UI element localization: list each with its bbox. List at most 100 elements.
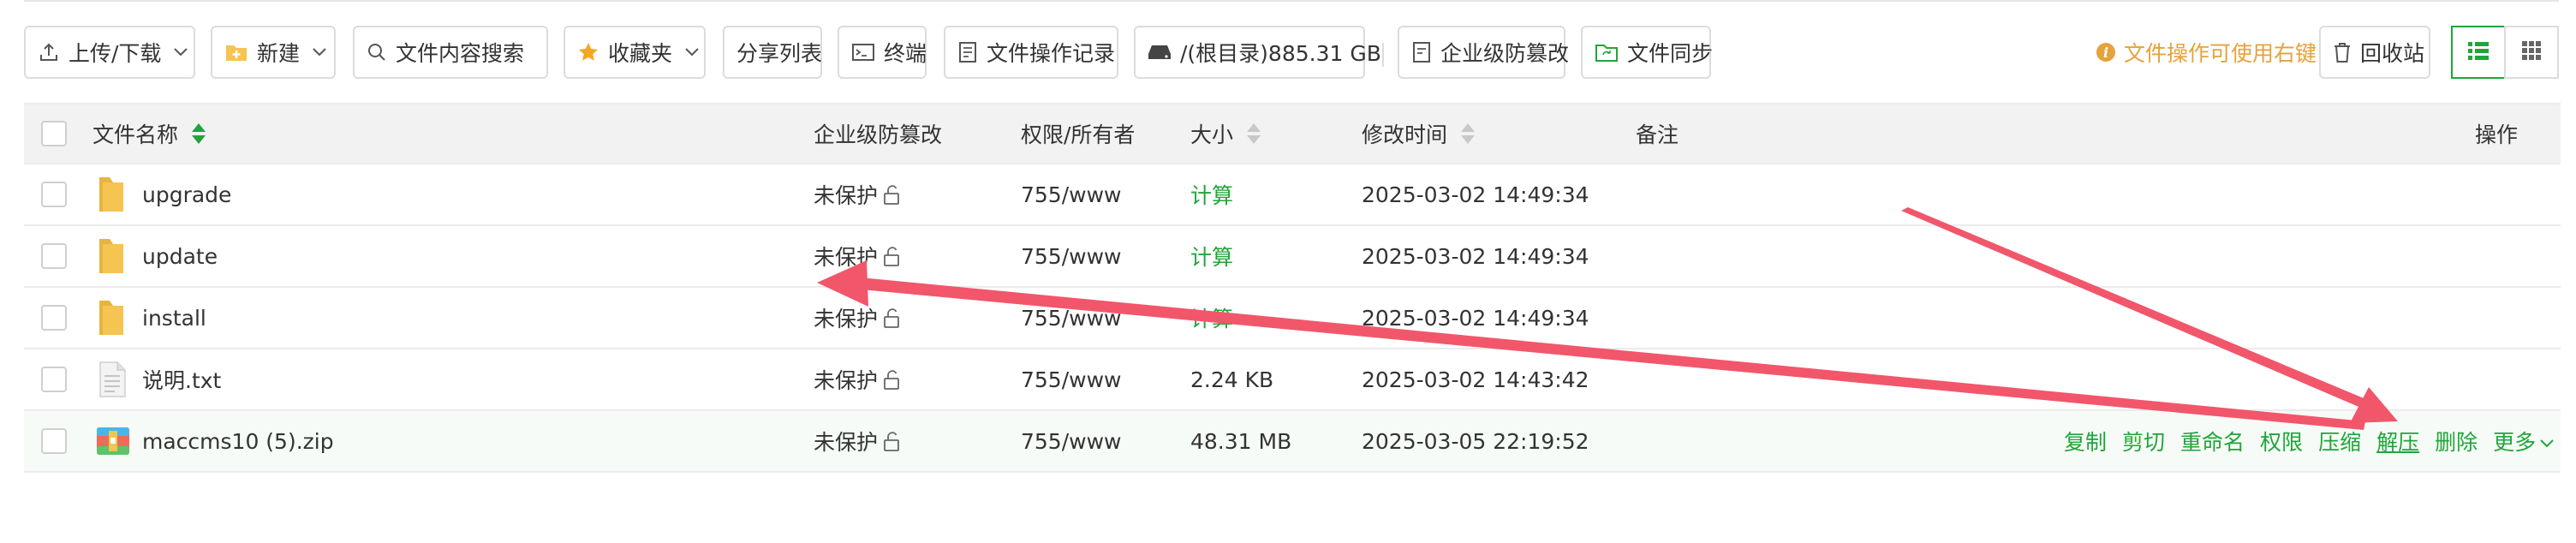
header-size[interactable]: 大小 [1190,104,1262,163]
more-action[interactable]: 更多 [2493,426,2536,456]
mtime: 2025-03-05 22:19:52 [1362,428,1589,454]
row-checkbox[interactable] [41,182,67,207]
folder-icon [96,164,127,224]
unlock-icon[interactable] [881,430,903,452]
favorites-label: 收藏夹 [608,41,673,66]
recycle-bin-button[interactable]: 回收站 [2319,26,2430,79]
header-name-label: 文件名称 [92,122,179,147]
upload-icon [38,41,60,63]
disk-root-button[interactable]: /(根目录)885.31 GB [1134,26,1381,79]
file-name-link[interactable]: install [142,288,206,348]
unlock-icon[interactable] [881,368,903,391]
row-checkbox[interactable] [41,305,67,331]
file-content-search-button[interactable]: 文件内容搜索 [353,26,548,79]
header-ops: 操作 [2475,122,2519,147]
header-mtime[interactable]: 修改时间 [1362,104,1476,163]
terminal-button[interactable]: 终端 [838,26,927,79]
mtime: 2025-03-02 14:49:34 [1362,182,1589,207]
tamper-status-label: 未保护 [814,245,879,270]
chevron-down-icon [312,47,327,57]
delete-action[interactable]: 删除 [2435,426,2478,456]
file-sync-button[interactable]: 文件同步 [1581,26,1714,79]
file-op-log-button[interactable]: 文件操作记录 [944,26,1118,79]
toolbar: 上传/下载 新建 文件内容搜索 收藏夹 分享列表 终端 文件操作记录 /(根目录… [24,26,2564,82]
perm-owner[interactable]: 755/www [1021,411,1121,471]
zip-file-icon [96,411,130,471]
table-row[interactable]: upgrade 未保护 755/www 计算 2025-03-02 14:49:… [24,164,2561,226]
right-click-hint-label: 文件操作可使用右键 [2124,41,2317,66]
size-calc-link[interactable]: 计算 [1190,226,1233,286]
grid-view-button[interactable] [2504,26,2559,79]
favorites-button[interactable]: 收藏夹 [564,26,706,79]
info-icon: i [2096,43,2115,62]
mtime: 2025-03-02 14:49:34 [1362,305,1589,331]
header-name[interactable]: 文件名称 [92,104,207,163]
tamper-status-label: 未保护 [814,307,879,331]
size-calc-link[interactable]: 计算 [1190,164,1233,224]
size-calc-link[interactable]: 计算 [1190,288,1233,348]
row-checkbox[interactable] [41,367,67,392]
disk-root-label: /(根目录)885.31 GB [1180,41,1381,66]
select-all-checkbox[interactable] [41,121,67,146]
enterprise-tamper-button[interactable]: 企业级防篡改 [1398,26,1569,79]
sort-icon [1459,122,1476,146]
tamper-status: 未保护 [814,164,903,224]
right-click-hint: i 文件操作可使用右键 [2096,26,2317,79]
table-row[interactable]: install 未保护 755/www 计算 2025-03-02 14:49:… [24,288,2561,349]
hard-drive-icon [1148,43,1172,62]
top-divider [24,0,2559,2]
cut-action[interactable]: 剪切 [2122,426,2165,456]
share-list-label: 分享列表 [736,41,823,66]
new-button[interactable]: 新建 [211,26,336,79]
unlock-icon[interactable] [881,245,903,267]
perm-owner[interactable]: 755/www [1021,288,1121,348]
perm-owner[interactable]: 755/www [1021,349,1121,409]
list-view-button[interactable] [2451,26,2506,79]
upload-download-label: 上传/下载 [69,41,162,66]
share-list-button[interactable]: 分享列表 [723,26,822,79]
copy-action[interactable]: 复制 [2064,426,2107,456]
header-size-label: 大小 [1190,122,1234,147]
file-name-link[interactable]: upgrade [142,164,231,224]
sort-icon [1245,122,1262,146]
search-icon [367,42,387,63]
list-view-icon [2467,40,2490,64]
extract-action[interactable]: 解压 [2376,426,2419,456]
file-op-log-label: 文件操作记录 [987,41,1116,66]
file-name-link[interactable]: update [142,226,218,286]
file-sync-label: 文件同步 [1627,41,1714,66]
chevron-down-icon [173,47,188,57]
compress-action[interactable]: 压缩 [2318,426,2361,456]
table-row[interactable]: maccms10 (5).zip 未保护 755/www 48.31 MB 20… [24,411,2561,473]
perm-owner[interactable]: 755/www [1021,226,1121,286]
upload-download-button[interactable]: 上传/下载 [24,26,195,79]
rename-action[interactable]: 重命名 [2180,426,2245,456]
tamper-status: 未保护 [814,226,903,286]
grid-view-icon [2521,40,2542,64]
tamper-status: 未保护 [814,411,903,471]
header-perm: 权限/所有者 [1021,122,1136,147]
table-row[interactable]: update 未保护 755/www 计算 2025-03-02 14:49:3… [24,226,2561,288]
mtime: 2025-03-02 14:49:34 [1362,243,1589,269]
table-header: 文件名称 企业级防篡改 权限/所有者 大小 修改时间 备注 操作 [24,103,2561,164]
unlock-icon[interactable] [881,183,903,206]
tamper-status-label: 未保护 [814,183,879,208]
row-checkbox[interactable] [41,243,67,269]
file-size: 2.24 KB [1190,367,1274,392]
enterprise-tamper-label: 企业级防篡改 [1440,41,1570,66]
folder-sync-icon [1595,42,1619,63]
file-name-link[interactable]: maccms10 (5).zip [142,411,334,471]
unlock-icon[interactable] [881,307,903,329]
chevron-down-icon [2539,429,2555,454]
terminal-icon [851,42,875,63]
file-name-link[interactable]: 说明.txt [142,349,221,409]
new-folder-icon [224,41,248,63]
permission-action[interactable]: 权限 [2260,426,2303,456]
table-row[interactable]: 说明.txt 未保护 755/www 2.24 KB 2025-03-02 14… [24,349,2561,411]
perm-owner[interactable]: 755/www [1021,164,1121,224]
new-label: 新建 [257,41,301,66]
row-checkbox[interactable] [41,428,67,454]
recycle-bin-label: 回收站 [2360,41,2425,66]
file-size: 48.31 MB [1190,428,1292,454]
mtime: 2025-03-02 14:43:42 [1362,367,1589,392]
